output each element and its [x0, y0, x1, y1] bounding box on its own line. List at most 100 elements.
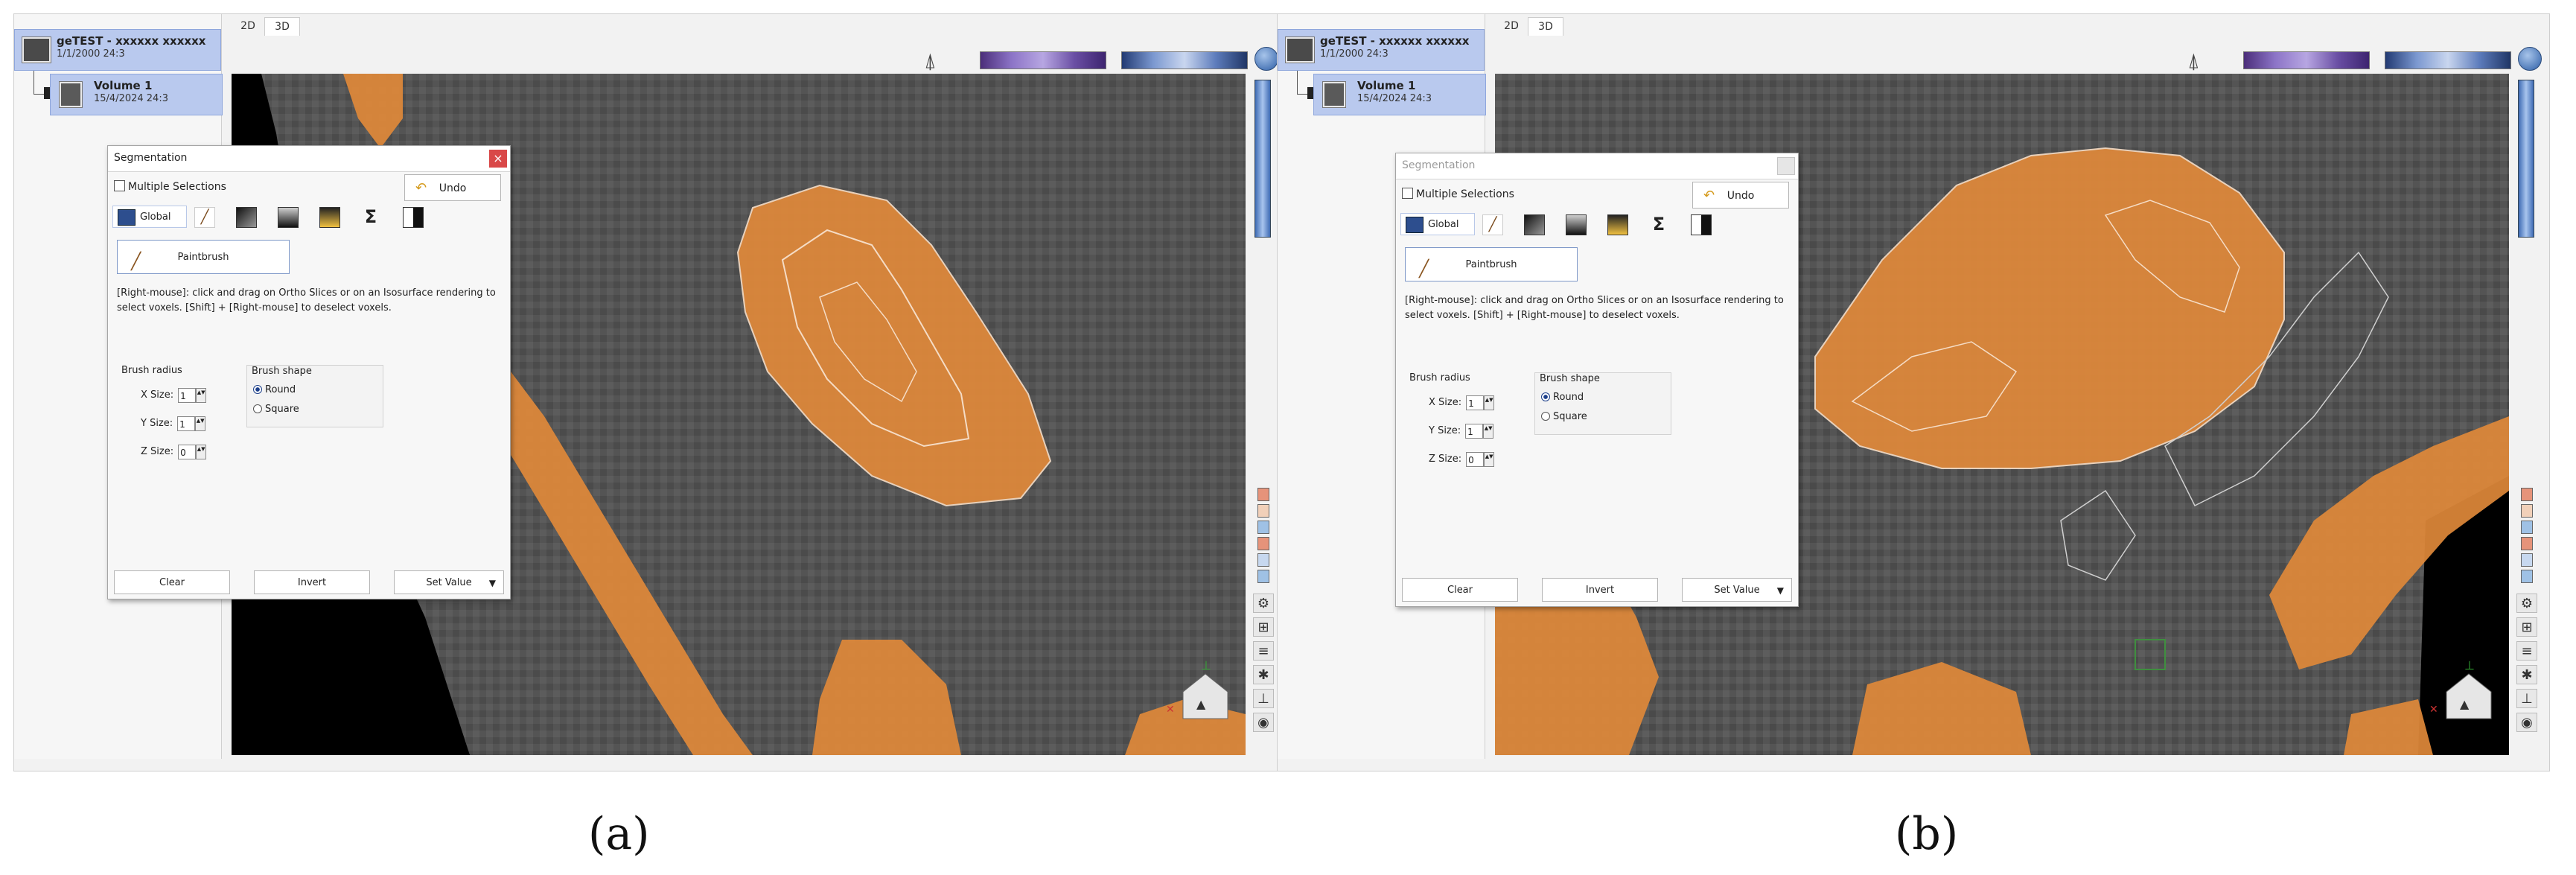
color-swatch[interactable] — [1257, 553, 1269, 567]
grid-icon[interactable]: ⊞ — [1253, 617, 1274, 637]
close-icon[interactable] — [1777, 157, 1795, 175]
list-icon[interactable]: ≡ — [2516, 641, 2537, 661]
magic-wand-tool-icon[interactable] — [319, 207, 340, 228]
y-size-input[interactable]: 1 — [177, 416, 196, 431]
brush-radius-label: Brush radius — [121, 365, 182, 376]
spin-arrows-icon[interactable]: ▲▼ — [195, 416, 206, 431]
sigma-icon[interactable]: Σ — [1649, 214, 1668, 234]
color-swatch[interactable] — [2521, 521, 2533, 534]
set-value-dropdown[interactable]: Set Value ▼ — [1682, 578, 1792, 602]
z-size-input[interactable]: 0 — [1466, 451, 1485, 467]
colormap-purple[interactable] — [980, 51, 1106, 69]
globe-icon[interactable] — [1254, 47, 1278, 71]
color-swatch[interactable] — [2521, 570, 2533, 583]
dialog-titlebar[interactable]: Segmentation — [1396, 153, 1798, 179]
multiple-selections-checkbox[interactable]: Multiple Selections — [1402, 188, 1514, 200]
globe-icon[interactable] — [2518, 47, 2542, 71]
volume-icon — [1323, 82, 1345, 107]
paintbrush-button[interactable]: ╱ Paintbrush — [117, 240, 290, 274]
vertical-scrollbar[interactable] — [1254, 80, 1271, 238]
spin-arrows-icon[interactable]: ▲▼ — [196, 387, 207, 403]
tree-node-volume[interactable]: Volume 1 15/4/2024 24:3 — [50, 74, 223, 115]
set-value-label: Set Value — [426, 577, 472, 588]
spin-arrows-icon[interactable]: ▲▼ — [1484, 395, 1495, 410]
shape-round-radio[interactable]: Round — [253, 384, 296, 397]
undo-icon: ↶ — [1703, 188, 1715, 203]
color-swatch[interactable] — [2521, 537, 2533, 550]
y-size-input[interactable]: 1 — [1465, 423, 1484, 439]
hub-icon[interactable]: ✱ — [1253, 665, 1274, 684]
magic-wand-tool-icon[interactable] — [1607, 214, 1628, 235]
tree-node-volume[interactable]: Volume 1 15/4/2024 24:3 — [1313, 74, 1486, 115]
multiple-selections-checkbox[interactable]: Multiple Selections — [114, 180, 226, 193]
z-size-input[interactable]: 0 — [178, 444, 197, 459]
paintbrush-button[interactable]: ╱ Paintbrush — [1405, 247, 1578, 281]
invert-button[interactable]: Invert — [254, 570, 370, 594]
shape-round-radio[interactable]: Round — [1541, 391, 1584, 404]
tab-3d[interactable]: 3D — [1528, 17, 1563, 36]
threshold-tool-icon[interactable] — [1566, 214, 1587, 235]
clear-button[interactable]: Clear — [1402, 578, 1518, 602]
right-toolbar: ⚙ ⊞ ≡ ✱ ⊥ ◉ — [1250, 80, 1277, 757]
color-swatch[interactable] — [1257, 521, 1269, 534]
lasso-tool-icon[interactable] — [1524, 214, 1545, 235]
tree-connector — [1297, 71, 1298, 95]
x-size-input[interactable]: 1 — [1466, 395, 1485, 410]
y-axis-icon: ⊥ — [1201, 658, 1211, 672]
colormap-blue[interactable] — [1121, 51, 1248, 69]
undo-button[interactable]: ↶ Undo — [404, 174, 501, 201]
color-swatch[interactable] — [2521, 504, 2533, 518]
clear-button[interactable]: Clear — [114, 570, 230, 594]
grid-icon[interactable]: ⊞ — [2516, 617, 2537, 637]
dialog-titlebar[interactable]: Segmentation × — [108, 146, 510, 172]
axis-icon[interactable]: ⊥ — [2516, 689, 2537, 708]
global-label: Global — [1428, 219, 1459, 230]
threshold-tool-icon[interactable] — [278, 207, 299, 228]
brush-tool-icon[interactable]: ╱ — [194, 207, 215, 228]
paintbrush-label: Paintbrush — [177, 252, 229, 263]
axis-orientation-icon[interactable]: ⍋ — [924, 48, 937, 74]
brush-tool-icon[interactable]: ╱ — [1482, 214, 1503, 235]
tab-3d[interactable]: 3D — [264, 17, 300, 36]
undo-button[interactable]: ↶ Undo — [1692, 182, 1789, 209]
color-swatch[interactable] — [1257, 488, 1269, 501]
colormap-blue[interactable] — [2385, 51, 2511, 69]
axis-icon[interactable]: ⊥ — [1253, 689, 1274, 708]
lasso-tool-icon[interactable] — [236, 207, 257, 228]
settings-icon[interactable]: ⚙ — [2516, 594, 2537, 613]
tab-2d[interactable]: 2D — [233, 17, 263, 35]
global-tool-button[interactable]: Global — [112, 206, 187, 228]
brush-radius-group: Brush radius X Size: 1 ▲▼ Y Size: 1 ▲▼ Z Siz… — [117, 365, 236, 478]
color-swatch[interactable] — [1257, 504, 1269, 518]
x-size-input[interactable]: 1 — [178, 387, 197, 403]
vertical-scrollbar[interactable] — [2518, 80, 2534, 238]
hub-icon[interactable]: ✱ — [2516, 665, 2537, 684]
set-value-dropdown[interactable]: Set Value ▼ — [394, 570, 504, 594]
color-swatch[interactable] — [2521, 553, 2533, 567]
brush-shape-group: Brush shape Round Square — [1534, 372, 1671, 435]
radio-empty-icon — [1541, 412, 1550, 421]
settings-icon[interactable]: ⚙ — [1253, 594, 1274, 613]
spin-arrows-icon[interactable]: ▲▼ — [1483, 423, 1494, 439]
global-tool-button[interactable]: Global — [1400, 213, 1475, 235]
tab-2d[interactable]: 2D — [1496, 17, 1526, 35]
shape-square-radio[interactable]: Square — [253, 403, 299, 416]
contrast-tool-icon[interactable] — [1691, 214, 1712, 235]
close-icon[interactable]: × — [489, 150, 507, 168]
axis-orientation-icon[interactable]: ⍋ — [2187, 48, 2200, 74]
tree-node-dataset[interactable]: geTEST - xxxxxx xxxxxx 1/1/2000 24:3 — [14, 29, 221, 71]
camera-icon[interactable]: ◉ — [2516, 713, 2537, 732]
sigma-icon[interactable]: Σ — [361, 207, 380, 226]
color-swatch[interactable] — [1257, 570, 1269, 583]
camera-icon[interactable]: ◉ — [1253, 713, 1274, 732]
colormap-purple[interactable] — [2243, 51, 2370, 69]
color-swatch[interactable] — [2521, 488, 2533, 501]
tree-node-dataset[interactable]: geTEST - xxxxxx xxxxxx 1/1/2000 24:3 — [1278, 29, 1485, 71]
list-icon[interactable]: ≡ — [1253, 641, 1274, 661]
spin-arrows-icon[interactable]: ▲▼ — [196, 444, 207, 459]
contrast-tool-icon[interactable] — [403, 207, 424, 228]
invert-button[interactable]: Invert — [1542, 578, 1658, 602]
color-swatch[interactable] — [1257, 537, 1269, 550]
shape-square-radio[interactable]: Square — [1541, 410, 1587, 424]
spin-arrows-icon[interactable]: ▲▼ — [1484, 451, 1495, 467]
